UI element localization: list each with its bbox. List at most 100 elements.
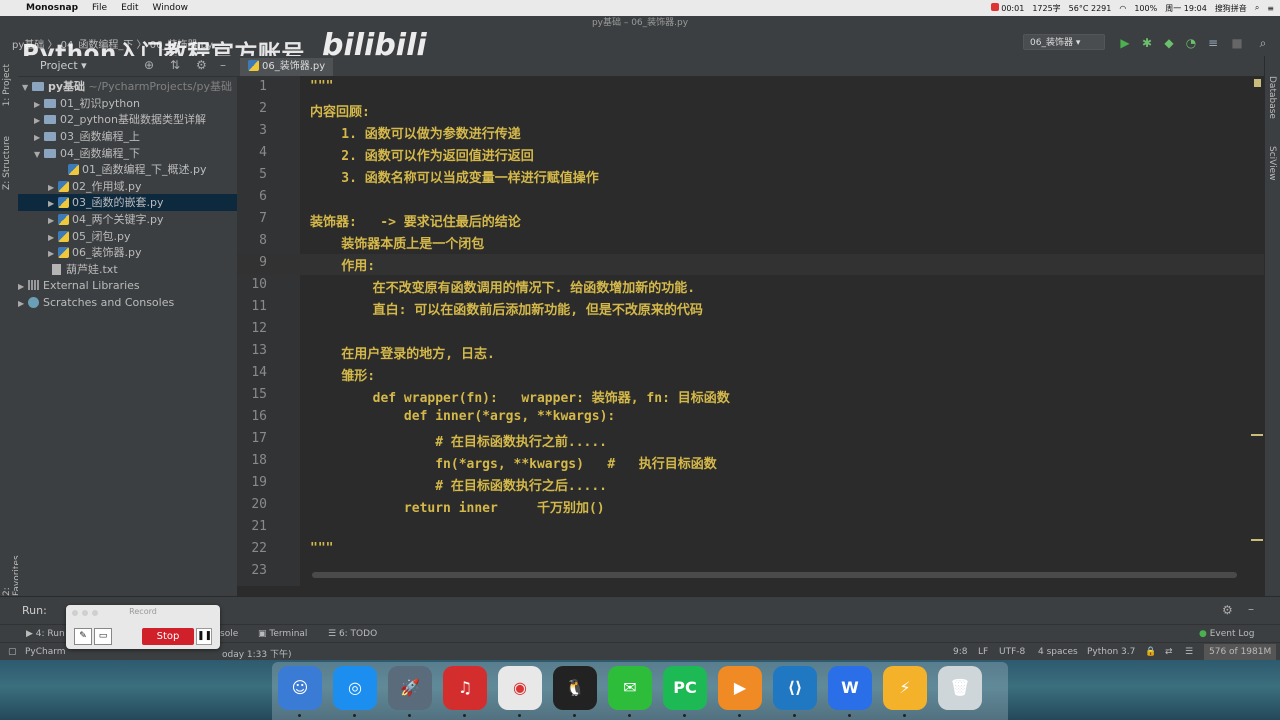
tree-scratches[interactable]: ▶ Scratches and Consoles [18, 294, 174, 311]
wps-icon[interactable]: W [828, 666, 872, 710]
status-line-separator[interactable]: LF [978, 647, 988, 657]
tree-file[interactable]: ▶ 05_闭包.py [48, 228, 131, 245]
profile-icon[interactable]: ◔ [1184, 36, 1198, 50]
code-line[interactable]: 雏形: [310, 365, 375, 384]
memory-indicator[interactable]: 576 of 1981M [1204, 644, 1277, 660]
stop-button[interactable]: Stop [142, 628, 194, 645]
project-view-dropdown[interactable]: Project ▾ [40, 59, 87, 72]
infuse-icon[interactable]: ▶ [718, 666, 762, 710]
tab-run[interactable]: ▶ 4: Run [26, 629, 65, 639]
hide-panel-icon[interactable]: – [220, 58, 226, 72]
database-tool-tab[interactable]: Database [1267, 76, 1277, 119]
tree-folder[interactable]: ▶ 03_函数编程_上 [34, 128, 140, 145]
editor-tab-active[interactable]: 06_装饰器.py [240, 58, 334, 78]
code-line[interactable]: """ [310, 541, 333, 556]
code-line[interactable]: # 在目标函数执行之前..... [310, 431, 607, 450]
code-line[interactable]: 装饰器本质上是一个闭包 [310, 233, 484, 252]
hide-panel-icon[interactable]: – [1248, 602, 1254, 616]
tree-external-libraries[interactable]: ▶ External Libraries [18, 277, 140, 294]
battery-text[interactable]: 100% [1134, 4, 1157, 13]
trash-icon[interactable]: 🗑 [938, 666, 982, 710]
lock-icon[interactable]: 🔒 [1145, 647, 1156, 657]
finder-icon[interactable]: ☺ [278, 666, 322, 710]
clock[interactable]: 周一 19:04 [1165, 3, 1207, 14]
status-position[interactable]: 9:8 [953, 647, 967, 657]
gear-icon[interactable]: ⚙ [196, 58, 207, 72]
tree-file[interactable]: ▶ 04_两个关键字.py [48, 211, 164, 228]
code-line[interactable]: return inner 千万别加() [310, 497, 605, 516]
tree-file[interactable]: 葫芦娃.txt [52, 261, 118, 278]
vscode-icon[interactable]: ⟨⟩ [773, 666, 817, 710]
tree-folder[interactable]: ▼ 04_函数编程_下 [34, 145, 140, 162]
code-line[interactable]: 装饰器: -> 要求记住最后的结论 [310, 211, 521, 230]
tree-file[interactable]: ▶ 06_装饰器.py [48, 244, 142, 261]
menu-list-icon[interactable]: ≡ [1267, 4, 1274, 13]
code-line[interactable]: 1. 函数可以做为参数进行传递 [310, 123, 521, 142]
search-everywhere-icon[interactable]: ⌕ [1256, 36, 1270, 50]
wifi-icon[interactable]: ◠ [1119, 4, 1126, 13]
draw-pen-icon[interactable]: ✎ [74, 628, 92, 645]
netease-music-icon[interactable]: ♫ [443, 666, 487, 710]
tree-file[interactable]: ▶ 02_作用域.py [48, 178, 142, 195]
tree-file-selected[interactable]: ▶ 03_函数的嵌套.py [18, 194, 237, 211]
code-line[interactable]: 在用户登录的地方, 日志. [310, 343, 495, 362]
tree-root[interactable]: ▼ py基础 ~/PycharmProjects/py基础 [22, 78, 237, 95]
code-line[interactable]: fn(*args, **kwargs) # 执行目标函数 [310, 453, 717, 472]
scroll-marker[interactable] [1251, 539, 1263, 541]
debug-icon[interactable]: ✱ [1140, 36, 1154, 50]
status-encoding[interactable]: UTF-8 [999, 647, 1025, 657]
gear-icon[interactable]: ⚙ [1222, 603, 1233, 617]
stop-icon[interactable]: ■ [1230, 36, 1244, 50]
rect-select-icon[interactable]: ▭ [94, 628, 112, 645]
locate-icon[interactable]: ⊕ [144, 58, 154, 72]
record-indicator[interactable]: 00:01 [991, 3, 1024, 13]
structure-tool-tab[interactable]: Z: Structure [2, 136, 12, 190]
record-widget[interactable]: Record ✎ ▭ Stop ❚❚ [66, 605, 220, 649]
coverage-icon[interactable]: ◆ [1162, 36, 1176, 50]
collapse-icon[interactable]: ⇅ [170, 58, 180, 72]
concurrency-icon[interactable]: ≡ [1206, 36, 1220, 50]
code-line[interactable]: 作用: [310, 255, 375, 274]
code-line[interactable]: 直白: 可以在函数前后添加新功能, 但是不改原来的代码 [310, 299, 703, 318]
tab-terminal[interactable]: ▣ Terminal [258, 629, 307, 639]
menu-app-name[interactable]: Monosnap [26, 3, 78, 13]
code-line[interactable]: def wrapper(fn): wrapper: 装饰器, fn: 目标函数 [310, 387, 730, 406]
launchpad-icon[interactable]: 🚀 [388, 666, 432, 710]
word-count[interactable]: 1725字 [1032, 3, 1060, 14]
scroll-marker[interactable] [1251, 434, 1263, 436]
input-method[interactable]: 搜狗拼音 [1215, 3, 1247, 14]
sciview-tool-tab[interactable]: SciView [1267, 146, 1277, 181]
tab-python-console[interactable]: sole [220, 629, 238, 639]
menu-edit[interactable]: Edit [121, 3, 138, 13]
git-icon[interactable]: ⇄ [1165, 647, 1173, 657]
pycharm-icon[interactable]: PC [663, 666, 707, 710]
code-line[interactable]: 3. 函数名称可以当成变量一样进行赋值操作 [310, 167, 599, 186]
horizontal-scrollbar[interactable] [312, 572, 1237, 578]
project-tool-tab[interactable]: 1: Project [2, 64, 12, 106]
code-line[interactable]: 2. 函数可以作为返回值进行返回 [310, 145, 534, 164]
code-line[interactable]: """ [310, 79, 333, 94]
run-icon[interactable]: ▶ [1118, 36, 1132, 50]
status-interpreter[interactable]: Python 3.7 [1087, 647, 1135, 657]
code-line[interactable]: def inner(*args, **kwargs): [310, 409, 615, 424]
run-config-dropdown[interactable]: 06_装饰器 ▾ [1023, 34, 1105, 50]
hector-icon[interactable]: ☰ [1185, 647, 1193, 657]
tab-todo[interactable]: ☰ 6: TODO [328, 629, 377, 639]
pause-button[interactable]: ❚❚ [196, 628, 212, 645]
tree-file[interactable]: 01_函数编程_下_概述.py [58, 161, 207, 178]
spotlight-icon[interactable]: ⌕ [1255, 3, 1259, 13]
menu-file[interactable]: File [92, 3, 107, 13]
status-window-icon[interactable]: ▢ [8, 647, 17, 657]
chrome-icon[interactable]: ◉ [498, 666, 542, 710]
qq-icon[interactable]: 🐧 [553, 666, 597, 710]
safari-icon[interactable]: ◎ [333, 666, 377, 710]
code-line[interactable]: # 在目标函数执行之后..... [310, 475, 607, 494]
status-indent[interactable]: 4 spaces [1038, 647, 1078, 657]
code-line[interactable]: 内容回顾: [310, 101, 370, 120]
menu-window[interactable]: Window [153, 3, 189, 13]
wechat-icon[interactable]: ✉ [608, 666, 652, 710]
inspection-status-icon[interactable] [1254, 79, 1261, 87]
tree-folder[interactable]: ▶ 02_python基础数据类型详解 [34, 111, 206, 128]
tree-folder[interactable]: ▶ 01_初识python [34, 95, 140, 112]
code-line[interactable]: 在不改变原有函数调用的情况下. 给函数增加新的功能. [310, 277, 695, 296]
